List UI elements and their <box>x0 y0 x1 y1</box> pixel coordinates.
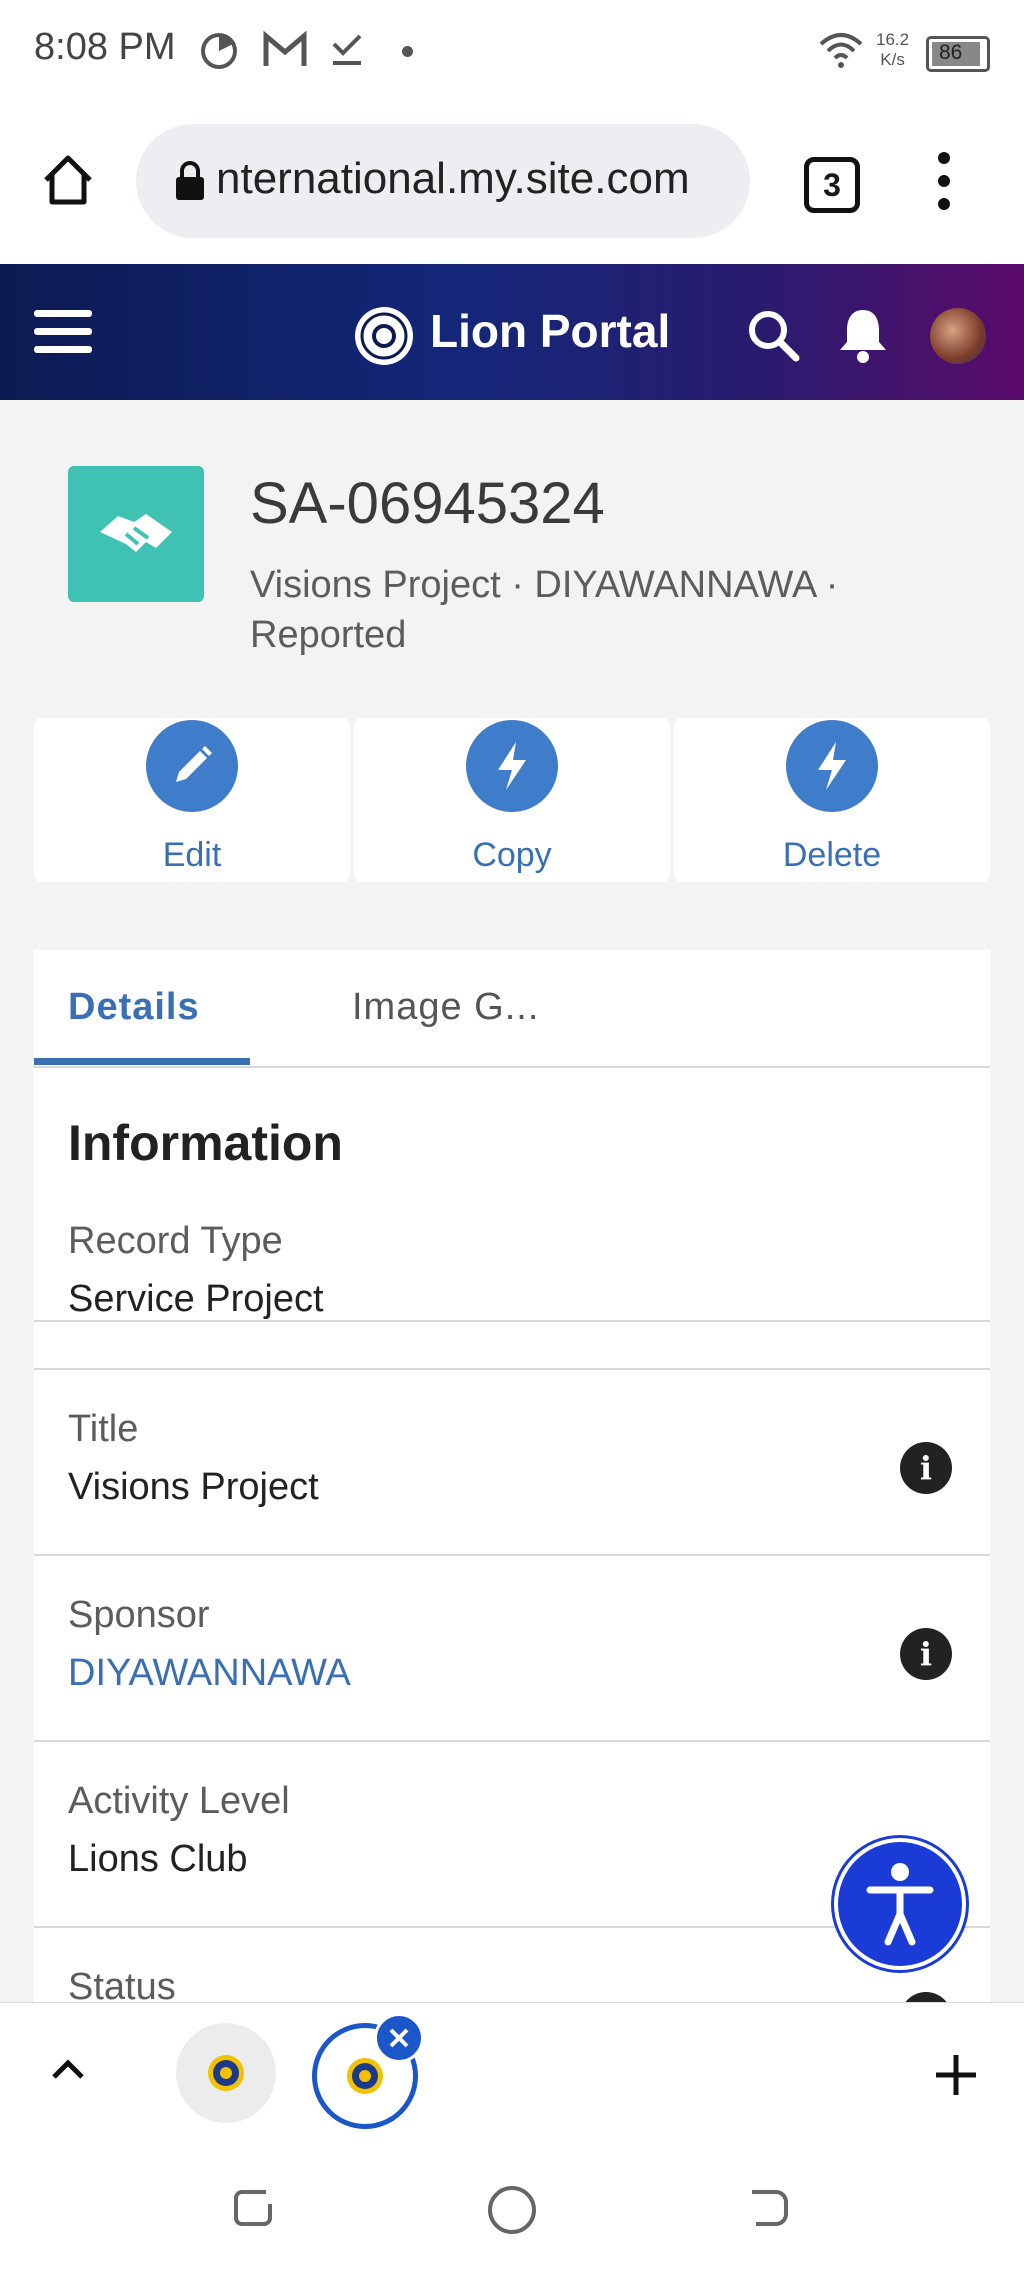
handshake-icon <box>100 514 172 552</box>
wifi-icon <box>819 33 863 68</box>
battery-level: 86 <box>939 41 963 64</box>
plus-icon[interactable] <box>934 2053 978 2097</box>
close-tab-button[interactable] <box>374 2013 424 2063</box>
copy-label: Copy <box>472 836 552 874</box>
lions-logo-icon <box>208 2055 244 2091</box>
copy-button[interactable]: Copy <box>354 718 670 882</box>
bell-icon[interactable] <box>836 306 890 364</box>
details-card: Details Image G... Information Record Ty… <box>34 950 990 2012</box>
avatar[interactable] <box>930 308 986 364</box>
home-nav-icon[interactable] <box>486 2184 538 2236</box>
field-value: Visions Project <box>68 1466 319 1508</box>
net-speed-value: 16.2 <box>876 30 910 49</box>
tab-details[interactable]: Details <box>68 986 200 1029</box>
task-done-icon <box>332 34 362 65</box>
status-time: 8:08 PM <box>34 26 176 68</box>
delete-label: Delete <box>782 836 882 874</box>
field-title: Title Visions Project i <box>34 1368 990 1508</box>
field-value: Service Project <box>68 1278 324 1320</box>
field-label: Title <box>68 1408 139 1450</box>
record-id: SA-06945324 <box>250 471 605 536</box>
battery-icon: 86 <box>926 36 990 72</box>
delete-button[interactable]: Delete <box>674 718 990 882</box>
edit-button[interactable]: Edit <box>34 718 350 882</box>
back-icon[interactable] <box>744 2184 792 2232</box>
portal-header: Lion Portal <box>0 264 1024 400</box>
field-label: Record Type <box>68 1220 283 1262</box>
net-speed: 16.2 K/s <box>876 30 909 70</box>
accessibility-icon <box>866 1863 934 1946</box>
copy-icon-circle <box>466 720 558 812</box>
tab-thumbnail[interactable] <box>176 2023 276 2123</box>
status-bar: 8:08 PM 16.2 K/s 86 <box>0 0 1024 104</box>
system-nav-bar <box>0 2140 1024 2276</box>
chevron-up-icon[interactable] <box>50 2057 86 2081</box>
field-status: Status i <box>34 1926 990 2012</box>
info-icon[interactable]: i <box>900 1628 952 1680</box>
hamburger-menu-icon[interactable] <box>34 310 92 354</box>
lions-logo-icon <box>355 307 413 365</box>
edit-icon-circle <box>146 720 238 812</box>
close-icon <box>389 2028 409 2048</box>
recents-icon[interactable] <box>230 2184 278 2232</box>
tab-image-gallery[interactable]: Image G... <box>352 986 539 1029</box>
delete-icon-circle <box>786 720 878 812</box>
record-meta: Visions Project · DIYAWANNAWA · Reported <box>250 560 950 660</box>
field-activity-level: Activity Level Lions Club <box>34 1740 990 1880</box>
lightning-icon <box>818 742 846 790</box>
pencil-icon <box>176 746 212 782</box>
lightning-icon <box>498 742 526 790</box>
portal-title: Lion Portal <box>430 305 671 357</box>
timer-icon <box>201 33 237 69</box>
field-record-type: Record Type Service Project <box>34 1220 990 1322</box>
tab-switcher-button[interactable]: 3 <box>804 157 860 213</box>
field-label: Sponsor <box>68 1594 210 1636</box>
accessibility-button[interactable] <box>838 1842 962 1966</box>
lock-icon <box>176 161 204 200</box>
tab-bar: Details Image G... <box>34 950 990 1068</box>
more-menu-icon[interactable] <box>930 150 958 212</box>
gmail-icon <box>263 30 307 66</box>
record-type-icon <box>68 466 204 602</box>
tab-group-strip <box>0 2002 1024 2142</box>
active-tab-indicator <box>34 1058 250 1065</box>
sponsor-link[interactable]: DIYAWANNAWA <box>68 1652 351 1695</box>
address-bar[interactable]: nternational.my.site.com <box>136 124 750 238</box>
field-sponsor: Sponsor DIYAWANNAWA i <box>34 1554 990 1694</box>
url-text: nternational.my.site.com <box>216 154 690 203</box>
section-heading: Information <box>68 1115 343 1171</box>
record-status: Reported <box>250 614 407 656</box>
net-speed-unit: K/s <box>880 50 905 69</box>
field-label: Activity Level <box>68 1780 290 1822</box>
info-icon[interactable]: i <box>900 1442 952 1494</box>
edit-label: Edit <box>162 836 222 874</box>
lions-logo-icon <box>347 2058 383 2094</box>
search-icon[interactable] <box>746 308 800 362</box>
field-value: Lions Club <box>68 1838 248 1880</box>
home-icon[interactable] <box>40 152 96 208</box>
record-meta-line: Visions Project · DIYAWANNAWA · <box>250 564 839 606</box>
notification-dot <box>402 46 413 57</box>
